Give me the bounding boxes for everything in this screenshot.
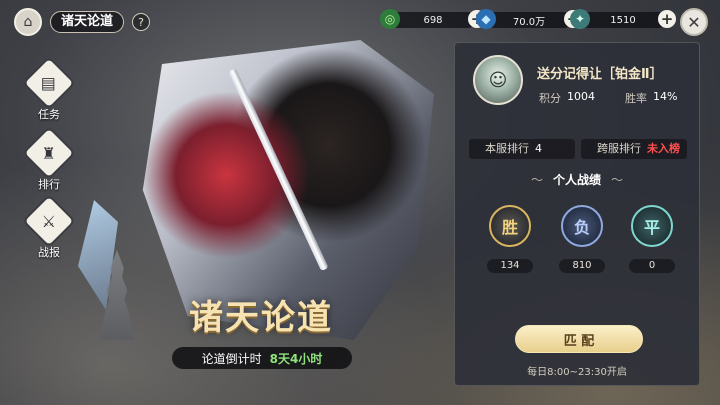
rank-icon: ♜ [22, 126, 76, 180]
player-name: 送分记得让［铂金Ⅱ］ [537, 67, 663, 82]
cross-rank-value: 未入榜 [647, 142, 680, 155]
score-label: 积分 [539, 92, 561, 105]
winrate-label: 胜率 [625, 92, 647, 105]
nav-rank-label: 排行 [38, 178, 60, 191]
book-icon: ▤ [22, 56, 76, 110]
event-title: 诸天论道 [189, 298, 333, 338]
sword-icon: ✦ [570, 9, 590, 29]
draw-count: 0 [629, 259, 675, 273]
player-panel: ☺ 送分记得让［铂金Ⅱ］ 积分 1004 胜率 14% 本服排行 4 跨服排行 未入… [454, 42, 700, 386]
currency-value: 70.0万 [512, 16, 546, 28]
avatar[interactable]: ☺ [473, 55, 523, 105]
nav-rank[interactable]: ♜ 排行 [22, 126, 76, 192]
lose-count: 810 [559, 259, 605, 273]
nav-task[interactable]: ▤ 任务 [22, 56, 76, 122]
record-win: 胜 134 [487, 205, 533, 273]
home-icon[interactable]: ⌂ [14, 8, 42, 36]
help-icon[interactable]: ? [132, 13, 151, 31]
draw-icon: 平 [631, 205, 673, 247]
currency-sword: ✦ 1510 + [570, 9, 676, 29]
currency-value: 1510 [610, 14, 636, 26]
server-rank-value: 4 [535, 142, 542, 155]
score-value: 1004 [567, 90, 595, 103]
player-stats: 积分 1004 胜率 14% [539, 90, 677, 106]
winrate-value: 14% [653, 90, 678, 103]
match-schedule: 每日8:00~23:30开启 [527, 367, 627, 378]
crystal-icon: ◆ [476, 9, 496, 29]
battle-report-icon: ⚔ [22, 194, 76, 248]
lose-icon: 负 [561, 205, 603, 247]
cross-server-rank: 跨服排行 未入榜 [581, 139, 687, 159]
cross-rank-label: 跨服排行 [597, 142, 641, 155]
add-sword-button[interactable]: + [658, 10, 676, 28]
close-button[interactable]: ✕ [680, 8, 708, 36]
nav-report[interactable]: ⚔ 战报 [22, 194, 76, 260]
jade-coin-icon: ◎ [380, 9, 400, 29]
record-draw: 平 0 [629, 205, 675, 273]
currency-jade: ◎ 698 + [380, 9, 486, 29]
nav-report-label: 战报 [38, 246, 60, 259]
countdown-bar: 论道倒计时 8天4小时 [172, 347, 352, 369]
nav-task-label: 任务 [38, 108, 60, 121]
page-title: 诸天论道 [50, 11, 125, 33]
countdown-label: 论道倒计时 [201, 351, 262, 366]
currency-value: 698 [423, 14, 443, 26]
win-icon: 胜 [489, 205, 531, 247]
countdown-value: 8天4小时 [269, 351, 323, 366]
currency-crystal: ◆ 70.0万 + [476, 9, 582, 29]
header: ⌂ 诸天论道 ? [14, 8, 151, 36]
match-button[interactable]: 匹 配 [515, 325, 643, 353]
record-title: 个人战绩 [455, 171, 699, 188]
server-rank: 本服排行 4 [469, 139, 575, 159]
record-lose: 负 810 [559, 205, 605, 273]
server-rank-label: 本服排行 [485, 142, 529, 155]
win-count: 134 [487, 259, 533, 273]
